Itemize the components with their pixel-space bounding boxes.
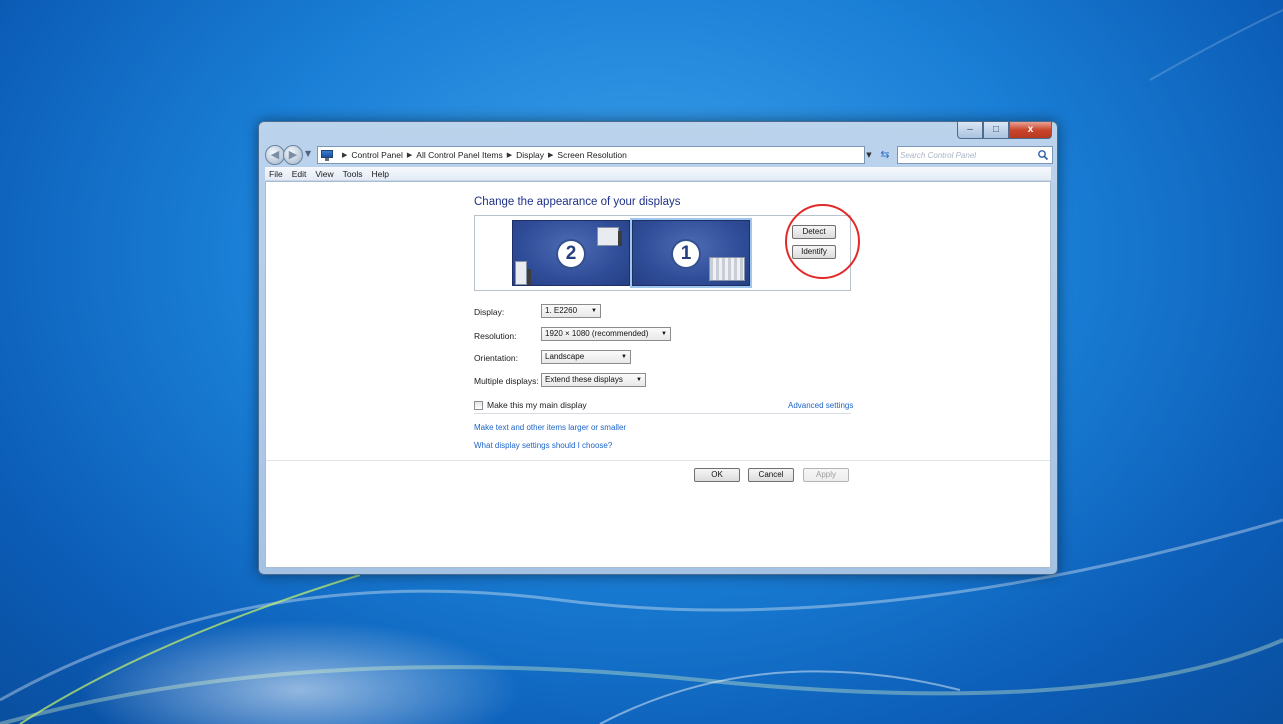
monitor-2[interactable]: 2 — [512, 220, 630, 286]
mini-bar-icon — [527, 269, 531, 285]
monitor-number: 1 — [673, 241, 699, 267]
menu-file[interactable]: File — [269, 169, 283, 179]
recent-pages-icon[interactable]: ▼ — [305, 149, 311, 158]
minimize-button[interactable]: – — [957, 122, 983, 139]
refresh-icon[interactable]: ⇆ — [877, 146, 893, 164]
mini-window-icon — [709, 257, 745, 281]
forward-arrow-icon: ▶ — [288, 148, 298, 161]
breadcrumb-separator-icon: ▶ — [406, 151, 413, 159]
cancel-button[interactable]: Cancel — [748, 468, 794, 482]
orientation-select[interactable]: Landscape ▼ — [541, 350, 631, 364]
multiple-displays-select[interactable]: Extend these displays ▼ — [541, 373, 646, 387]
menu-bar: File Edit View Tools Help — [265, 167, 1051, 181]
breadcrumb-separator-icon: ▶ — [548, 151, 554, 159]
ok-button[interactable]: OK — [694, 468, 740, 482]
close-button[interactable]: x — [1009, 122, 1052, 139]
chevron-down-icon: ▼ — [591, 308, 597, 314]
multiple-displays-label: Multiple displays: — [474, 376, 539, 386]
multiple-displays-select-value: Extend these displays — [545, 375, 623, 384]
breadcrumb-display[interactable]: Display — [516, 150, 544, 160]
resolution-select[interactable]: 1920 × 1080 (recommended) ▼ — [541, 327, 671, 341]
page-title: Change the appearance of your displays — [474, 196, 681, 208]
address-dropdown-icon[interactable]: ▼ — [862, 146, 876, 164]
highlight-circle — [785, 204, 860, 279]
breadcrumb-separator-icon: ▶ — [506, 151, 513, 159]
chevron-down-icon: ▼ — [661, 331, 667, 337]
navigation-row: ◀ ▶ ▼ ▶ Control Panel ▶ All Control Pane… — [265, 144, 1053, 166]
detect-button[interactable]: Detect — [792, 225, 836, 239]
main-display-label[interactable]: Make this my main display — [487, 400, 587, 410]
menu-view[interactable]: View — [315, 169, 333, 179]
screen-resolution-window: – □ x ◀ ▶ ▼ ▶ Control Panel ▶ All Contro… — [258, 121, 1058, 575]
monitor-number: 2 — [558, 241, 584, 267]
mini-bar-icon — [618, 231, 622, 246]
monitor-1[interactable]: 1 — [630, 218, 752, 288]
display-settings-help-link[interactable]: What display settings should I choose? — [474, 441, 612, 450]
display-select-value: 1. E2260 — [545, 306, 578, 315]
chevron-down-icon: ▼ — [621, 354, 627, 360]
resolution-label: Resolution: — [474, 331, 517, 341]
orientation-label: Orientation: — [474, 353, 518, 363]
chevron-down-icon: ▼ — [636, 377, 642, 383]
display-label: Display: — [474, 307, 505, 317]
maximize-button[interactable]: □ — [983, 122, 1009, 139]
content-pane: Change the appearance of your displays 2… — [265, 181, 1051, 568]
back-button[interactable]: ◀ — [265, 145, 285, 165]
mini-window-icon — [597, 227, 619, 246]
search-box[interactable] — [897, 146, 1053, 164]
identify-button[interactable]: Identify — [792, 245, 836, 259]
orientation-select-value: Landscape — [545, 352, 585, 361]
back-arrow-icon: ◀ — [270, 148, 280, 161]
search-icon[interactable] — [1037, 149, 1049, 161]
main-display-checkbox[interactable] — [474, 401, 483, 410]
advanced-settings-link[interactable]: Advanced settings — [788, 401, 853, 410]
search-input[interactable] — [900, 148, 1030, 162]
address-bar[interactable]: ▶ Control Panel ▶ All Control Panel Item… — [317, 146, 865, 164]
breadcrumb-all-items[interactable]: All Control Panel Items — [416, 150, 502, 160]
resolution-select-value: 1920 × 1080 (recommended) — [545, 329, 649, 338]
forward-button[interactable]: ▶ — [283, 145, 303, 165]
menu-edit[interactable]: Edit — [292, 169, 307, 179]
menu-tools[interactable]: Tools — [343, 169, 363, 179]
mini-window-icon — [515, 261, 527, 285]
display-select[interactable]: 1. E2260 ▼ — [541, 304, 601, 318]
section-divider — [474, 413, 851, 414]
breadcrumb-screen-resolution[interactable]: Screen Resolution — [557, 150, 626, 160]
display-icon — [321, 149, 335, 161]
footer-divider — [266, 460, 1050, 461]
caption-buttons: – □ x — [957, 122, 1052, 140]
breadcrumb-control-panel[interactable]: Control Panel — [351, 150, 403, 160]
menu-help[interactable]: Help — [371, 169, 388, 179]
breadcrumb-separator-icon: ▶ — [342, 151, 348, 159]
text-size-link[interactable]: Make text and other items larger or smal… — [474, 423, 626, 432]
apply-button[interactable]: Apply — [803, 468, 849, 482]
